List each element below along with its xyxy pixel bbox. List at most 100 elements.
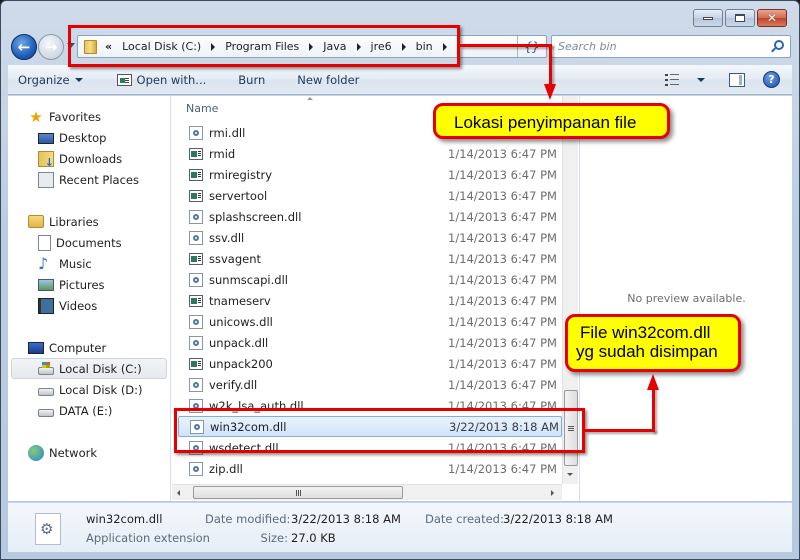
forward-button[interactable]: → <box>38 34 64 60</box>
file-name: splashscreen.dll <box>209 209 302 224</box>
file-date-modified: 1/14/2013 6:47 PM <box>448 356 557 371</box>
documents-icon <box>38 234 51 251</box>
preview-pane: No preview available. <box>579 96 792 501</box>
new-folder-button[interactable]: New folder <box>287 65 369 94</box>
details-file-type: Application extension <box>86 531 210 545</box>
application-icon <box>189 252 203 265</box>
file-date-modified: 1/14/2013 6:47 PM <box>448 272 557 287</box>
nav-data-e[interactable]: DATA (E:) <box>8 400 171 421</box>
caption-buttons: ✕ <box>693 9 787 27</box>
view-options-dropdown[interactable] <box>693 65 709 94</box>
nav-network[interactable]: Network <box>8 442 171 463</box>
file-row[interactable]: ssv.dll 1/14/2013 6:47 PM <box>178 227 562 248</box>
nav-desktop[interactable]: Desktop <box>8 127 171 148</box>
nav-music[interactable]: ♪ Music <box>8 253 171 274</box>
no-preview-message: No preview available. <box>627 292 746 305</box>
dll-file-icon <box>189 335 203 350</box>
arrow-up-icon <box>647 374 659 390</box>
new-folder-label: New folder <box>297 72 360 87</box>
file-name: verify.dll <box>209 377 258 392</box>
nav-documents[interactable]: Documents <box>8 232 171 253</box>
dll-file-icon <box>189 209 203 224</box>
scroll-left-arrow-icon[interactable] <box>177 490 180 496</box>
file-name: ssv.dll <box>209 230 245 245</box>
nav-label: Pictures <box>59 277 105 292</box>
nav-local-disk-c[interactable]: Local Disk (C:) <box>11 358 167 379</box>
computer-icon <box>28 341 44 354</box>
dll-file-icon <box>189 314 203 329</box>
maximize-button[interactable] <box>725 9 755 27</box>
change-view-button[interactable] <box>661 65 693 94</box>
file-row[interactable]: tnameserv 1/14/2013 6:47 PM <box>178 290 562 311</box>
burn-button[interactable]: Burn <box>228 65 275 94</box>
file-date-modified: 1/14/2013 6:47 PM <box>448 251 557 266</box>
horizontal-scroll-thumb[interactable] <box>193 486 403 499</box>
close-button[interactable]: ✕ <box>757 9 787 27</box>
help-icon[interactable]: ? <box>763 71 780 88</box>
file-row[interactable]: servertool 1/14/2013 6:47 PM <box>178 185 562 206</box>
nav-label: Network <box>49 445 98 460</box>
search-icon[interactable] <box>774 40 784 50</box>
horizontal-scrollbar[interactable] <box>172 484 562 500</box>
nav-libraries[interactable]: Libraries <box>8 211 171 232</box>
location-callout: Lokasi penyimpanan file <box>433 103 670 139</box>
search-input[interactable] <box>558 40 758 53</box>
nav-label: Local Disk (C:) <box>59 361 142 376</box>
file-row[interactable]: ssvagent 1/14/2013 6:47 PM <box>178 248 562 269</box>
annotation-connector <box>652 387 655 432</box>
network-group: Network <box>8 442 171 463</box>
file-date-modified: 1/14/2013 6:47 PM <box>448 461 557 476</box>
hard-drive-icon <box>38 388 54 396</box>
details-file-name: win32com.dll <box>86 512 163 526</box>
minimize-button[interactable] <box>693 9 723 27</box>
nav-local-disk-d[interactable]: Local Disk (D:) <box>8 379 171 400</box>
open-with-button[interactable]: Open with... <box>107 65 217 94</box>
file-row[interactable]: rmiregistry 1/14/2013 6:47 PM <box>178 164 562 185</box>
nav-label: Computer <box>49 340 107 355</box>
file-row[interactable]: rmid 1/14/2013 6:47 PM <box>178 143 562 164</box>
file-row[interactable]: unicows.dll 1/14/2013 6:47 PM <box>178 311 562 332</box>
nav-videos[interactable]: Videos <box>8 295 171 316</box>
scroll-right-arrow-icon[interactable] <box>551 490 554 496</box>
nav-favorites[interactable]: ★ Favorites <box>8 106 171 127</box>
organize-label: Organize <box>18 72 70 87</box>
file-name: tnameserv <box>209 293 271 308</box>
file-row[interactable]: verify.dll 1/14/2013 6:47 PM <box>178 374 562 395</box>
file-date-modified: 1/14/2013 6:47 PM <box>448 377 557 392</box>
nav-recent-places[interactable]: Recent Places <box>8 169 171 190</box>
file-name: rmi.dll <box>209 125 246 140</box>
date-modified-value: 3/22/2013 8:18 AM <box>291 512 401 526</box>
preview-pane-toggle-icon[interactable] <box>729 72 745 87</box>
file-row[interactable]: sunmscapi.dll 1/14/2013 6:47 PM <box>178 269 562 290</box>
dll-file-icon <box>189 272 203 287</box>
annotation-connector <box>549 44 552 86</box>
nav-computer[interactable]: Computer <box>8 337 171 358</box>
file-row[interactable]: splashscreen.dll 1/14/2013 6:47 PM <box>178 206 562 227</box>
file-row[interactable]: unpack.dll 1/14/2013 6:47 PM <box>178 332 562 353</box>
nav-label: Recent Places <box>59 172 139 187</box>
arrow-right-icon: → <box>44 37 58 56</box>
back-button[interactable]: ← <box>11 34 37 60</box>
open-with-label: Open with... <box>136 72 207 87</box>
explorer-window: ✕ ← → « Local Disk (C:) Program Files Ja… <box>0 0 800 560</box>
minimize-icon <box>703 16 713 20</box>
arrow-down-icon <box>544 84 556 100</box>
file-row[interactable]: zip.dll 1/14/2013 6:47 PM <box>178 458 562 479</box>
maximize-icon <box>735 14 745 22</box>
nav-downloads[interactable]: Downloads <box>8 148 171 169</box>
arrow-left-icon: ← <box>17 37 31 56</box>
nav-pictures[interactable]: Pictures <box>8 274 171 295</box>
file-name: rmid <box>209 146 236 161</box>
file-row[interactable]: unpack200 1/14/2013 6:47 PM <box>178 353 562 374</box>
recent-places-icon <box>38 171 54 188</box>
burn-label: Burn <box>238 72 266 87</box>
organize-button[interactable]: Organize <box>8 65 93 94</box>
film-strip-icon <box>38 297 54 314</box>
dll-file-icon <box>35 513 61 545</box>
scroll-down-arrow-icon[interactable] <box>567 473 573 476</box>
size-label: Size: <box>260 531 288 545</box>
column-name-label: Name <box>186 102 219 115</box>
search-box[interactable] <box>551 35 791 58</box>
libraries-group: Libraries Documents ♪ Music Pictures Vid… <box>8 211 171 316</box>
pictures-icon <box>38 278 54 291</box>
